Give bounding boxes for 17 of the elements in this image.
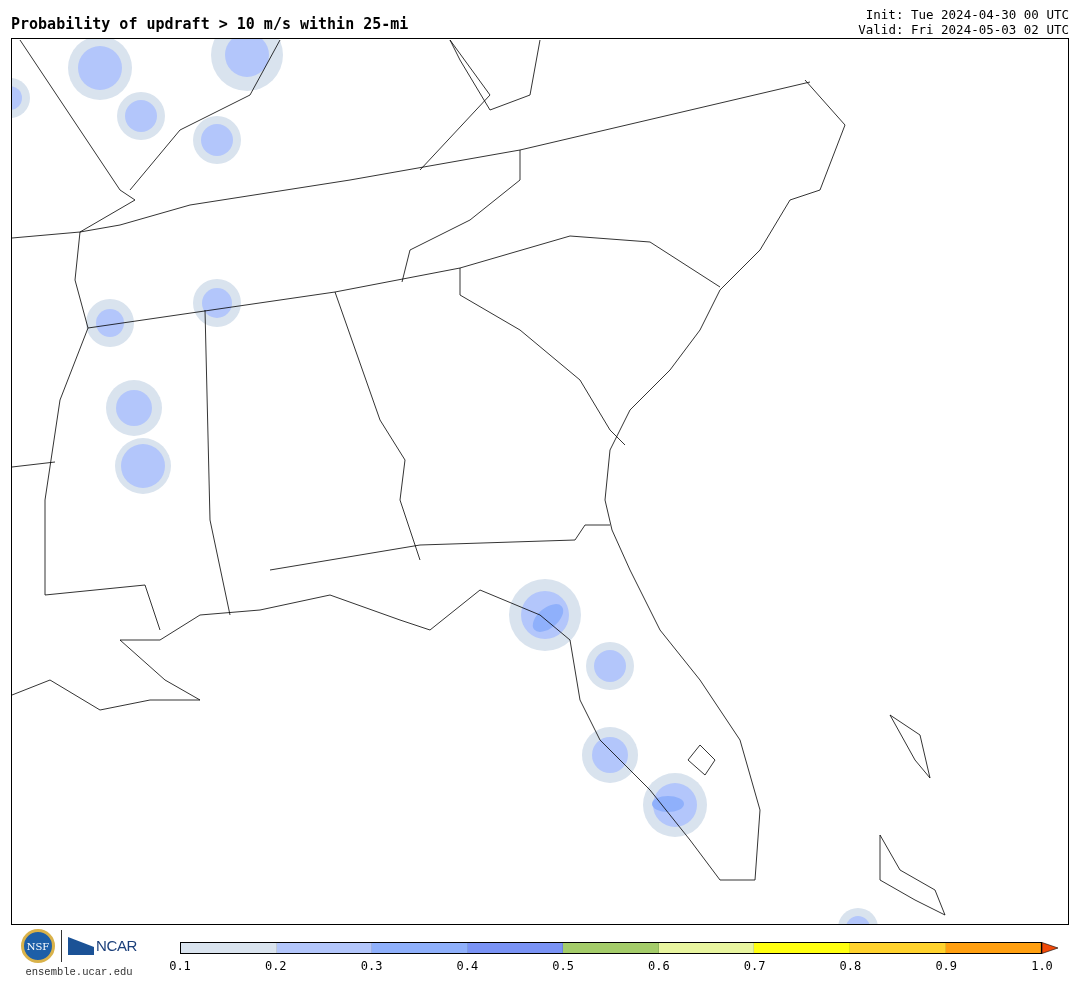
colorbar-tick-label: 0.2 <box>264 960 287 972</box>
colorbar-tick-label: 0.8 <box>839 960 862 972</box>
site-address: ensemble.ucar.edu <box>25 965 133 980</box>
map-title: Probability of updraft > 10 m/s within 25-mi <box>11 17 409 35</box>
ncar-logo: NCAR <box>96 935 137 956</box>
colorbar-tick-label: 0.7 <box>743 960 766 972</box>
colorbar-tick-label: 0.3 <box>360 960 383 972</box>
colorbar-tick-label: 0.9 <box>935 960 958 972</box>
colorbar-tick-label: 0.4 <box>456 960 479 972</box>
valid-time: Valid: Fri 2024-05-03 02 UTC <box>858 22 1069 37</box>
colorbar-tick-label: 0.5 <box>552 960 574 972</box>
colorbar-tick-label: 1.0 <box>1031 960 1053 972</box>
init-time: Init: Tue 2024-04-30 00 UTC <box>865 7 1069 22</box>
nsf-logo: NSF <box>21 929 55 963</box>
colorbar-tick-label: 0.6 <box>648 960 670 972</box>
ncar-mark-icon <box>68 937 94 955</box>
colorbar-tick-label: 0.1 <box>169 960 191 972</box>
